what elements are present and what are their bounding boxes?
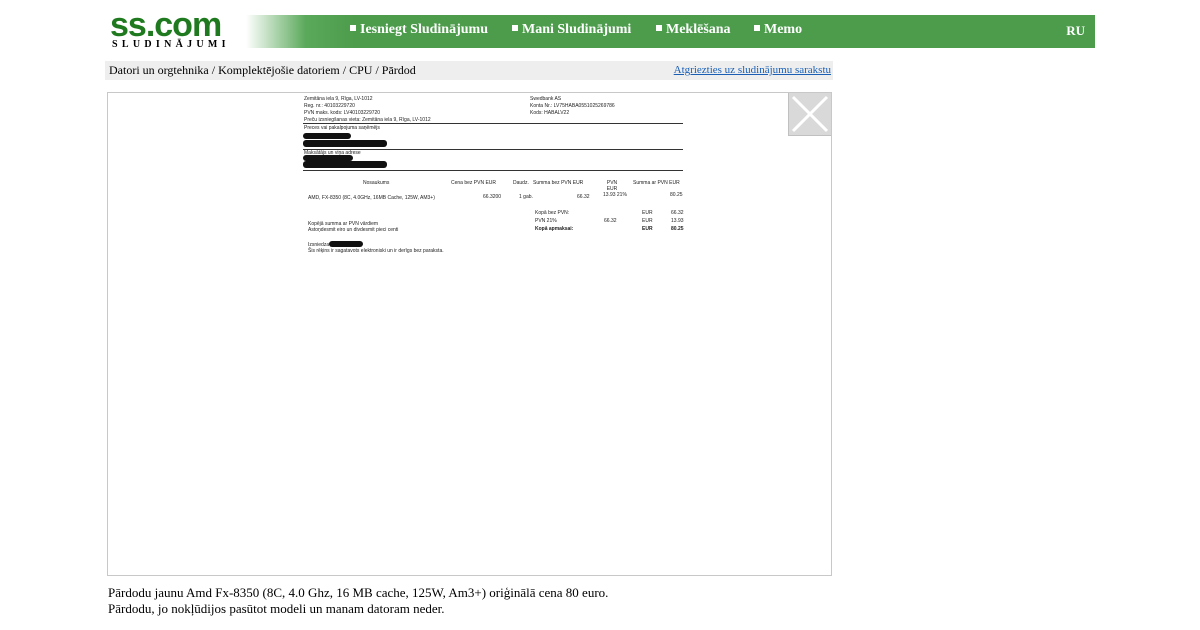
invoice-total-value: 80.25 (671, 226, 684, 232)
invoice-reg-nr: Reg. nr.: 40103229720 (304, 103, 355, 109)
invoice-col-qty: Daudz. (513, 180, 529, 186)
redaction-mark (303, 133, 351, 139)
menu-item-search[interactable]: Meklēšana (656, 22, 731, 38)
menu-item-label: Mani Sludinājumi (522, 22, 632, 37)
breadcrumb-item-components[interactable]: Komplektējošie datoriem (218, 63, 340, 77)
invoice-subtotal-value: 66.32 (671, 210, 684, 216)
invoice-item-sum: 66.32 (577, 194, 590, 200)
invoice-bank-code: Kods: HABALV22 (530, 110, 570, 116)
square-bullet-icon (350, 25, 356, 31)
logo-subtitle: SLUDINĀJUMI (112, 39, 230, 50)
invoice-vat-label: PVN 21% (535, 218, 557, 224)
ad-description-line: Pārdodu, jo nokļūdijos pasūtot modeli un… (108, 601, 445, 616)
breadcrumb-separator: / (372, 63, 382, 77)
close-icon (791, 95, 829, 133)
invoice-col-price: Cena bez PVN EUR (451, 180, 497, 186)
back-to-list-link[interactable]: Atgriezties uz sludinājumu sarakstu (674, 64, 831, 76)
menu-item-memo[interactable]: Memo (754, 22, 802, 38)
invoice-item-total: 80.25 (670, 192, 683, 198)
invoice-seller-address: Zemitāna iela 9, Rīga, LV-1012 (304, 96, 373, 102)
breadcrumb-separator: / (339, 63, 350, 77)
invoice-item-name: AMD, FX-8350 (8C, 4.0GHz, 16MB Cache, 12… (308, 195, 435, 201)
menu-item-label: Memo (764, 22, 803, 37)
menu-item-my-ads[interactable]: Mani Sludinājumi (512, 22, 631, 38)
invoice-item-pvn: 13.93 21% (603, 192, 627, 198)
invoice-col-pvn: PVN EUR (606, 180, 618, 192)
ad-description: Pārdodu jaunu Amd Fx-8350 (8C, 4.0 Ghz, … (108, 585, 608, 617)
invoice-col-sum: Summa bez PVN EUR (533, 180, 584, 186)
invoice-bank-name: Swedbank AS (530, 96, 562, 102)
invoice-footer-note: Šis rēķins ir sagatavots elektroniski un… (308, 248, 444, 254)
invoice-vat-base: 66.32 (604, 218, 617, 224)
image-viewer[interactable]: Zemitāna iela 9, Rīga, LV-1012 Reg. nr.:… (107, 92, 832, 576)
invoice-subtotal-currency: EUR (642, 210, 653, 216)
invoice-item-price: 66.3200 (483, 194, 502, 200)
invoice-recipient-label: Preces vai pakalpojuma saņēmējs (304, 125, 380, 131)
invoice-subtotal-label: Kopā bez PVN: (535, 210, 570, 216)
menu-item-label: Iesniegt Sludinājumu (360, 22, 488, 37)
invoice-rule (303, 170, 683, 171)
square-bullet-icon (656, 25, 662, 31)
redaction-mark (329, 241, 363, 247)
invoice-photo: Zemitāna iela 9, Rīga, LV-1012 Reg. nr.:… (303, 93, 688, 263)
site-logo[interactable]: ss.com SLUDINĀJUMI (110, 8, 240, 52)
ad-description-line: Pārdodu jaunu Amd Fx-8350 (8C, 4.0 Ghz, … (108, 585, 609, 600)
breadcrumb: Datori un orgtehnika / Komplektējošie da… (109, 63, 416, 78)
breadcrumb-item-sell[interactable]: Pārdod (382, 63, 416, 77)
menu-item-label: Meklēšana (666, 22, 731, 37)
square-bullet-icon (512, 25, 518, 31)
breadcrumb-bar: Datori un orgtehnika / Komplektējošie da… (105, 61, 833, 80)
invoice-vat-currency: EUR (642, 218, 653, 224)
invoice-words-value: Astoņdesmit eiro un divdesmit pieci cent… (308, 227, 399, 233)
invoice-pvn-code: PVN maks. kods: LV40103229720 (304, 110, 381, 116)
logo-wordmark: ss.com (110, 6, 222, 44)
invoice-item-qty: 1 gab. (519, 194, 533, 200)
breadcrumb-item-computers[interactable]: Datori un orgtehnika (109, 63, 209, 77)
menu-item-submit-ad[interactable]: Iesniegt Sludinājumu (350, 22, 488, 38)
invoice-total-currency: EUR (642, 226, 653, 232)
invoice-rule (303, 123, 683, 124)
square-bullet-icon (754, 25, 760, 31)
invoice-vat-value: 13.93 (671, 218, 684, 224)
breadcrumb-separator: / (208, 63, 219, 77)
language-switch-ru[interactable]: RU (1066, 23, 1085, 39)
invoice-col-total: Summa ar PVN EUR (633, 180, 680, 186)
close-viewer-button[interactable] (788, 93, 831, 136)
redaction-mark (303, 140, 387, 147)
invoice-total-label: Kopā apmaksai: (535, 226, 574, 232)
breadcrumb-item-cpu[interactable]: CPU (349, 63, 372, 77)
redaction-mark (303, 161, 387, 168)
invoice-col-name: Nosaukums (363, 180, 390, 186)
main-menu-bar: Iesniegt Sludinājumu Mani Sludinājumi Me… (246, 15, 1095, 48)
invoice-bank-account: Konta Nr.: LV75HABA0551025269786 (530, 103, 615, 109)
